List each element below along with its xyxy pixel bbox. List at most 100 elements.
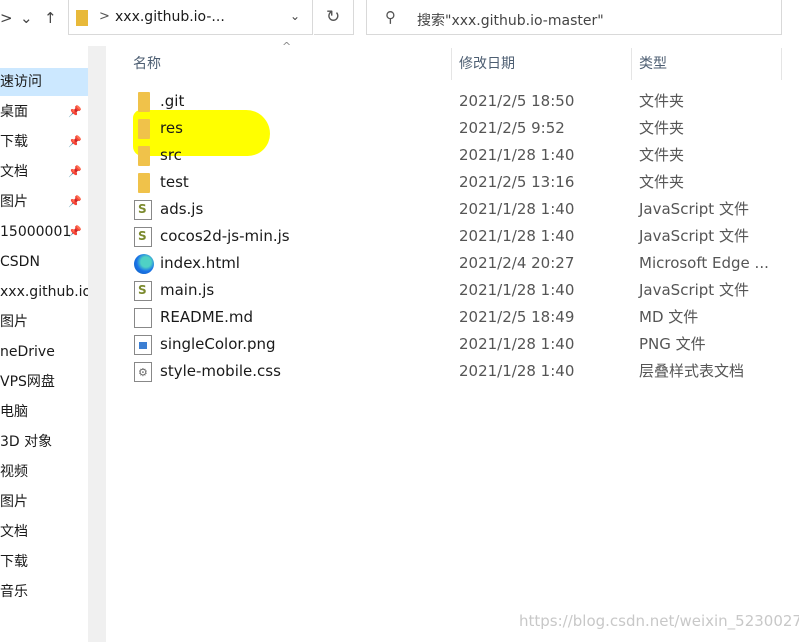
folder-icon (138, 92, 150, 112)
nav-item-label: 图片 (0, 194, 28, 210)
nav-item[interactable]: 电脑 (0, 398, 88, 426)
nav-item-label: 3D 对象 (0, 434, 53, 450)
file-type: 文件夹 (639, 146, 685, 164)
refresh-icon: ↻ (326, 7, 341, 27)
file-row[interactable]: cocos2d-js-min.js 2021/1/28 1:40 JavaScrip… (106, 223, 799, 250)
folder-icon (76, 10, 88, 26)
nav-item-label: 视频 (0, 464, 28, 480)
pin-icon: 📌 (68, 165, 82, 178)
navigation-scrollbar[interactable] (88, 46, 106, 642)
nav-item-label: neDrive (0, 344, 55, 360)
nav-item[interactable]: 速访问 (0, 68, 88, 96)
pin-icon: 📌 (68, 105, 82, 118)
css-file-icon (134, 359, 152, 386)
column-header-type[interactable]: 类型 (639, 48, 667, 80)
file-name: index.html (160, 254, 240, 272)
nav-item[interactable]: 图片 📌 (0, 188, 88, 216)
navigation-pane: 速访问 桌面 📌 下载 📌 文档 📌 图片 📌 15000001 📌 CSDN xxx.github.i… (0, 46, 88, 642)
nav-item[interactable]: 文档 (0, 518, 88, 546)
up-arrow-icon[interactable]: ↑ (44, 9, 57, 27)
file-row[interactable]: index.html 2021/2/4 20:27 Microsoft Edge .… (106, 250, 799, 277)
file-type: Microsoft Edge ... (639, 254, 769, 272)
nav-item[interactable]: 视频 (0, 458, 88, 486)
nav-item-label: 下载 (0, 134, 28, 150)
file-name: src (160, 146, 182, 164)
file-row[interactable]: res 2021/2/5 9:52 文件夹 (106, 115, 799, 142)
pin-icon: 📌 (68, 225, 82, 238)
nav-item[interactable]: CSDN (0, 248, 88, 276)
address-toolbar: > ⌄ ↑ > xxx.github.io-... ⌄ ↻ ⚲ 搜索"xxx.g… (0, 0, 799, 38)
refresh-button[interactable]: ↻ (314, 0, 354, 35)
nav-item[interactable]: 音乐 (0, 578, 88, 606)
file-row[interactable]: main.js 2021/1/28 1:40 JavaScript 文件 (106, 277, 799, 304)
column-header-date[interactable]: 修改日期 (459, 48, 515, 80)
nav-item[interactable]: 3D 对象 (0, 428, 88, 456)
nav-item[interactable]: 文档 📌 (0, 158, 88, 186)
file-row[interactable]: README.md 2021/2/5 18:49 MD 文件 (106, 304, 799, 331)
nav-item[interactable]: 图片 (0, 308, 88, 336)
nav-item-label: 图片 (0, 494, 28, 510)
nav-item-label: VPS网盘 (0, 374, 55, 390)
image-file-icon (134, 335, 152, 355)
address-history-chevron-down-icon[interactable]: ⌄ (290, 9, 300, 23)
file-row[interactable]: singleColor.png 2021/1/28 1:40 PNG 文件 (106, 331, 799, 358)
file-date: 2021/1/28 1:40 (459, 281, 575, 299)
file-date: 2021/2/5 9:52 (459, 119, 565, 137)
js-file-icon (134, 196, 152, 223)
js-file-icon (134, 223, 152, 250)
nav-item[interactable]: 图片 (0, 488, 88, 516)
forward-icon[interactable]: > (0, 9, 13, 27)
file-name: test (160, 173, 189, 191)
nav-item[interactable]: 桌面 📌 (0, 98, 88, 126)
edge-icon (134, 254, 154, 274)
address-path[interactable]: xxx.github.io-... (115, 9, 225, 25)
file-row[interactable]: test 2021/2/5 13:16 文件夹 (106, 169, 799, 196)
file-name: .git (160, 92, 185, 110)
file-date: 2021/1/28 1:40 (459, 335, 575, 353)
search-icon: ⚲ (385, 8, 396, 26)
column-header-name[interactable]: 名称 (133, 48, 161, 80)
nav-item[interactable]: xxx.github.io (0, 278, 88, 306)
sort-up-icon: ^ (282, 40, 292, 53)
nav-item-label: CSDN (0, 254, 40, 270)
column-divider[interactable] (451, 48, 452, 80)
pin-icon: 📌 (68, 135, 82, 148)
file-type: 层叠样式表文档 (639, 362, 745, 380)
file-type: 文件夹 (639, 119, 685, 137)
column-divider[interactable] (781, 48, 782, 80)
file-date: 2021/2/5 13:16 (459, 173, 575, 191)
nav-item[interactable]: 15000001 📌 (0, 218, 88, 246)
nav-item[interactable]: VPS网盘 (0, 368, 88, 396)
file-date: 2021/2/5 18:49 (459, 308, 575, 326)
recent-locations-chevron-down-icon[interactable]: ⌄ (20, 9, 33, 27)
file-row[interactable]: .git 2021/2/5 18:50 文件夹 (106, 88, 799, 115)
file-date: 2021/1/28 1:40 (459, 227, 575, 245)
address-bar[interactable]: > xxx.github.io-... ⌄ (68, 0, 313, 35)
nav-item[interactable]: 下载 📌 (0, 128, 88, 156)
pin-icon: 📌 (68, 195, 82, 208)
column-divider[interactable] (631, 48, 632, 80)
nav-item[interactable]: neDrive (0, 338, 88, 366)
nav-item-label: 图片 (0, 314, 28, 330)
file-row[interactable]: ads.js 2021/1/28 1:40 JavaScript 文件 (106, 196, 799, 223)
file-row[interactable]: style-mobile.css 2021/1/28 1:40 层叠样式表文档 (106, 358, 799, 386)
file-name: README.md (160, 308, 254, 326)
folder-icon (138, 173, 150, 193)
file-date: 2021/1/28 1:40 (459, 362, 575, 380)
search-box[interactable]: ⚲ 搜索"xxx.github.io-master" (366, 0, 782, 35)
file-date: 2021/2/5 18:50 (459, 92, 575, 110)
file-name: ads.js (160, 200, 204, 218)
js-file-icon (134, 277, 152, 304)
nav-item-label: 文档 (0, 524, 28, 540)
nav-item[interactable]: 下载 (0, 548, 88, 576)
nav-item-label: 下载 (0, 554, 28, 570)
file-date: 2021/1/28 1:40 (459, 146, 575, 164)
folder-icon (138, 119, 150, 139)
file-name: res (160, 119, 183, 137)
file-row[interactable]: src 2021/1/28 1:40 文件夹 (106, 142, 799, 169)
chevron-right-icon[interactable]: > (99, 9, 110, 24)
watermark: https://blog.csdn.net/weixin_52300279 (519, 612, 799, 630)
search-input[interactable]: 搜索"xxx.github.io-master" (417, 10, 604, 30)
nav-item-label: 电脑 (0, 404, 28, 420)
file-date: 2021/2/4 20:27 (459, 254, 575, 272)
